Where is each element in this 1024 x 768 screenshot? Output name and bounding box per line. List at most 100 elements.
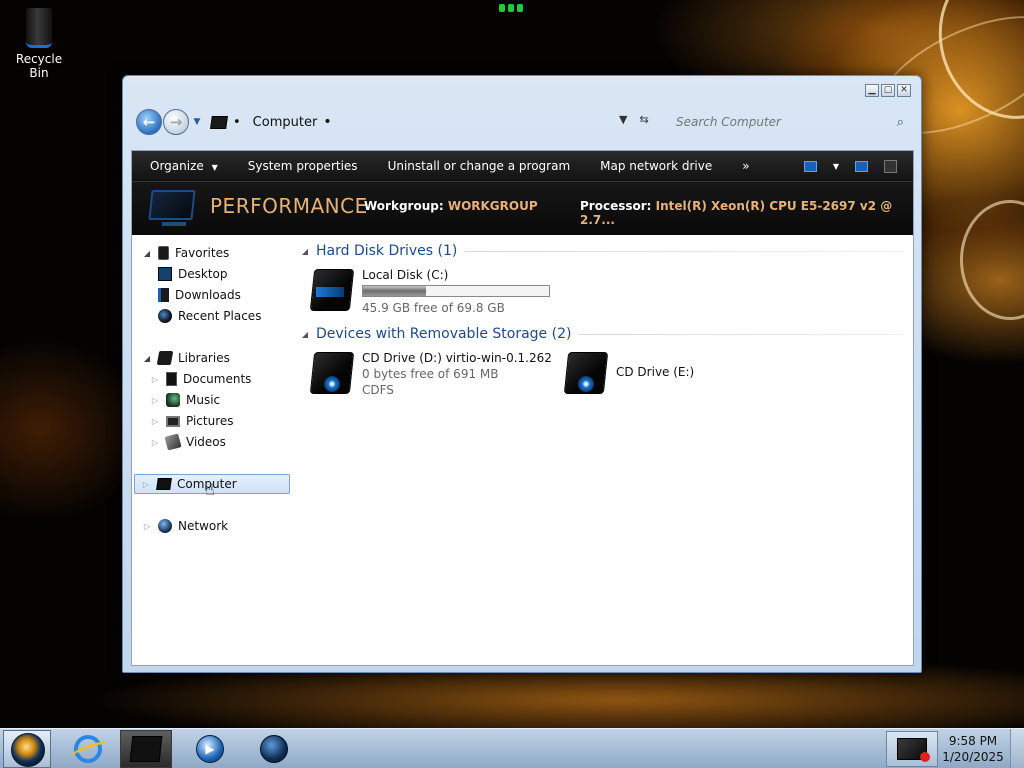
content-pane: ◢ Hard Disk Drives (1) Local Disk (C:) 4… (300, 235, 910, 665)
collapsed-triangle-icon[interactable]: ▷ (150, 396, 160, 405)
hand-cursor-icon: ☝ (205, 480, 215, 499)
drive-d-filesystem: CDFS (362, 383, 394, 397)
group-divider (579, 333, 904, 335)
music-icon (166, 393, 180, 407)
nav-downloads[interactable]: Downloads (158, 285, 241, 305)
recent-places-icon (158, 309, 172, 323)
drive-item-e[interactable]: CD Drive (E:) (563, 350, 694, 396)
media-player-icon: ▶ (196, 735, 224, 763)
taskbar-media-player[interactable]: ▶ (184, 730, 236, 768)
breadcrumb-computer[interactable]: Computer (253, 115, 318, 130)
preview-pane-icon[interactable] (855, 160, 868, 172)
windows-orb-icon (11, 733, 45, 767)
clock-time: 9:58 PM (948, 734, 998, 748)
collapsed-triangle-icon[interactable]: ▷ (141, 480, 151, 489)
taskbar-network-app[interactable] (248, 730, 300, 768)
hard-disk-group-header[interactable]: ◢ Hard Disk Drives (1) (300, 243, 904, 259)
nav-music[interactable]: ▷ Music (150, 390, 220, 410)
recycle-bin-label: Recycle Bin (15, 52, 63, 80)
nav-desktop-label: Desktop (178, 267, 228, 281)
expand-triangle-icon[interactable]: ◢ (142, 354, 152, 363)
help-icon[interactable] (884, 159, 897, 173)
workgroup-label: Workgroup: (364, 199, 444, 213)
back-button[interactable]: ← (136, 109, 162, 135)
nav-favorites[interactable]: ◢ Favorites (142, 243, 229, 263)
organize-label: Organize (150, 159, 204, 173)
collapsed-triangle-icon[interactable]: ▷ (142, 522, 152, 531)
drive-item-d[interactable]: CD Drive (D:) virtio-win-0.1.262 0 bytes… (309, 350, 552, 398)
nav-documents[interactable]: ▷ Documents (150, 369, 251, 389)
top-indicator (496, 4, 526, 16)
globe-icon (260, 735, 288, 763)
forward-arrow-icon: → (169, 113, 183, 131)
caption-buttons: ▁ ▢ ✕ (865, 84, 911, 97)
drive-item-c[interactable]: Local Disk (C:) 45.9 GB free of 69.8 GB (309, 267, 550, 316)
recent-pages-dropdown[interactable]: ▼ (191, 117, 203, 127)
computer-icon (129, 736, 163, 762)
show-desktop-button[interactable] (1010, 729, 1024, 768)
system-properties-button[interactable]: System properties (233, 151, 373, 181)
tray-app-icon[interactable] (897, 738, 930, 762)
more-commands-button[interactable]: » (727, 151, 764, 181)
network-icon (158, 519, 172, 533)
close-button[interactable]: ✕ (897, 84, 911, 97)
processor-label: Processor: (580, 199, 652, 213)
view-dropdown-icon[interactable]: ▼ (833, 162, 839, 171)
uninstall-program-button[interactable]: Uninstall or change a program (373, 151, 586, 181)
cd-drive-icon (563, 350, 609, 396)
nav-documents-label: Documents (183, 372, 252, 386)
explorer-window: ▁ ▢ ✕ ← → ▼ • Computer • ▼ ⇆ ⌕ Organize (122, 75, 922, 673)
minimize-button[interactable]: ▁ (865, 84, 879, 97)
nav-computer[interactable]: ▷ Computer ☝ (134, 474, 290, 499)
taskbar-windows-explorer[interactable] (120, 730, 172, 768)
address-dropdown-icon[interactable]: ▼ (619, 113, 627, 126)
nav-videos-label: Videos (186, 435, 226, 449)
nav-libraries-label: Libraries (178, 351, 230, 365)
start-button[interactable] (3, 730, 51, 768)
drive-c-usage-fill (363, 286, 427, 296)
taskbar-internet-explorer[interactable] (62, 730, 114, 768)
nav-libraries[interactable]: ◢ Libraries (142, 348, 230, 368)
drive-c-name: Local Disk (C:) (362, 268, 449, 282)
refresh-icon[interactable]: ⇆ (639, 113, 648, 126)
search-box[interactable]: ⌕ (669, 110, 911, 134)
wallpaper-swirl (960, 200, 1024, 320)
drive-c-free-space: 45.9 GB free of 69.8 GB (362, 301, 505, 315)
breadcrumb[interactable]: • Computer • (210, 110, 344, 134)
group-collapse-icon[interactable]: ◢ (300, 247, 310, 256)
expand-triangle-icon[interactable]: ◢ (142, 249, 152, 258)
recycle-bin-desktop-icon[interactable]: Recycle Bin (6, 8, 72, 80)
map-network-drive-button[interactable]: Map network drive (585, 151, 727, 181)
collapsed-triangle-icon[interactable]: ▷ (150, 375, 160, 384)
clock[interactable]: 9:58 PM 1/20/2025 (940, 733, 1006, 765)
nav-favorites-label: Favorites (175, 246, 230, 260)
workgroup-info: Workgroup: WORKGROUP (364, 199, 538, 213)
maximize-button[interactable]: ▢ (881, 84, 895, 97)
organize-button[interactable]: Organize ▼ (132, 151, 233, 181)
nav-desktop[interactable]: Desktop (158, 264, 228, 284)
explorer-body: Organize ▼ System properties Uninstall o… (131, 150, 914, 666)
breadcrumb-arrow-icon[interactable]: • (323, 114, 331, 130)
nav-videos[interactable]: ▷ Videos (150, 432, 226, 452)
change-view-icon[interactable] (803, 160, 817, 172)
computer-icon (210, 115, 228, 129)
forward-button[interactable]: → (163, 109, 189, 135)
search-input[interactable] (670, 111, 910, 133)
nav-network[interactable]: ▷ Network (142, 516, 228, 536)
collapsed-triangle-icon[interactable]: ▷ (150, 438, 160, 447)
drive-d-name: CD Drive (D:) virtio-win-0.1.262 (362, 351, 552, 365)
group-collapse-icon[interactable]: ◢ (300, 330, 310, 339)
view-controls: ▼ (803, 159, 913, 173)
nav-recent-places[interactable]: Recent Places (158, 306, 261, 326)
search-icon[interactable]: ⌕ (897, 115, 904, 130)
taskbar: ▶ 9:58 PM 1/20/2025 (0, 728, 1024, 768)
clock-date: 1/20/2025 (942, 750, 1004, 764)
computer-icon (156, 478, 172, 490)
workgroup-value: WORKGROUP (447, 199, 538, 213)
removable-group-header[interactable]: ◢ Devices with Removable Storage (2) (300, 326, 904, 342)
breadcrumb-arrow-icon[interactable]: • (233, 115, 241, 130)
nav-pictures[interactable]: ▷ Pictures (150, 411, 234, 431)
notification-tray[interactable] (886, 731, 938, 767)
address-bar: ← → ▼ • Computer • ▼ ⇆ ⌕ (133, 104, 915, 140)
collapsed-triangle-icon[interactable]: ▷ (150, 417, 160, 426)
